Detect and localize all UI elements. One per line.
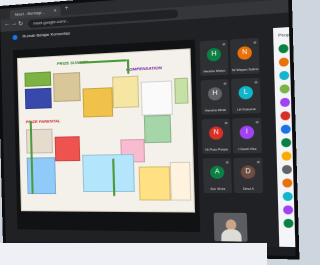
participant-name: Hendro Mulyo xyxy=(203,68,226,74)
panel-participant[interactable] xyxy=(282,177,300,190)
self-view-body xyxy=(221,229,242,242)
participant-tile[interactable]: ⊘ H Hendro Mulyo xyxy=(199,39,229,76)
panel-participant[interactable] xyxy=(281,136,300,149)
participant-tile[interactable]: ⊘ D Dewi A xyxy=(233,157,264,194)
panel-participant[interactable] xyxy=(279,95,300,109)
participant-name: Hendra Wirat xyxy=(205,107,226,113)
participant-name: Lili Kusuma xyxy=(236,106,256,112)
participant-avatar: L xyxy=(238,85,254,100)
poster-card xyxy=(24,71,52,87)
panel-participant[interactable] xyxy=(280,122,300,136)
new-tab-icon[interactable]: + xyxy=(65,6,69,12)
participant-avatar: I xyxy=(239,125,255,140)
poster-card xyxy=(52,72,81,102)
meet-logo-icon xyxy=(12,34,18,41)
participant-tile[interactable]: ⊘ L Lili Kusuma xyxy=(231,77,261,115)
participant-tile[interactable]: ⊘ H Hendra Wirat xyxy=(200,79,230,115)
participant-avatar: N xyxy=(208,126,224,140)
participant-name: I Gusti Oka xyxy=(238,146,257,152)
poster-vine xyxy=(126,59,130,74)
panel-participant[interactable] xyxy=(283,218,300,231)
poster-card xyxy=(82,153,135,193)
mic-muted-icon: ⊘ xyxy=(254,80,258,85)
participant-name: Dewi A xyxy=(242,186,255,191)
people-panel: People xyxy=(273,24,300,249)
close-tab-icon[interactable]: ✕ xyxy=(53,8,57,13)
poster-card xyxy=(112,75,140,109)
participant-name: Ayu Sinta xyxy=(210,186,226,191)
shared-poster: PRIZE SUNDER COMPENSATION PRIZE PARENTAL xyxy=(17,48,196,213)
meeting-title: Rumah Belajar Komunitas xyxy=(22,30,71,39)
poster-card xyxy=(140,80,173,116)
participant-avatar: A xyxy=(209,165,225,179)
mic-muted-icon: ⊘ xyxy=(256,159,260,165)
participant-tile[interactable]: ⊘ A Ayu Sinta xyxy=(202,157,232,194)
poster-card xyxy=(54,136,81,162)
panel-title: People xyxy=(278,31,294,38)
presentation-area: PRIZE SUNDER COMPENSATION PRIZE PARENTAL xyxy=(12,39,201,233)
mic-muted-icon: ⊘ xyxy=(223,81,227,86)
participant-avatar: H xyxy=(206,47,222,62)
panel-participant[interactable] xyxy=(279,81,300,96)
participant-avatar: D xyxy=(240,165,256,179)
mic-muted-icon: ⊘ xyxy=(255,119,259,125)
participant-tile[interactable]: ⊘ I I Gusti Oka xyxy=(232,117,262,154)
mic-muted-icon: ⊘ xyxy=(224,120,228,126)
mic-muted-icon: ⊘ xyxy=(253,40,257,45)
participant-avatar: H xyxy=(207,87,223,101)
poster-card xyxy=(143,114,172,144)
participant-name: Ni Putu Puspa xyxy=(205,147,228,152)
poster-title-right: COMPENSATION xyxy=(125,64,162,72)
monitor-screen: Meet - Berbagi... ✕ + ← → ↻ meet.google.… xyxy=(0,0,300,260)
panel-participant[interactable] xyxy=(283,204,300,217)
panel-participant[interactable] xyxy=(280,109,300,123)
back-icon[interactable]: ← xyxy=(4,21,10,27)
reload-icon[interactable]: ↻ xyxy=(18,20,23,27)
panel-participant[interactable] xyxy=(281,150,300,163)
panel-participant[interactable] xyxy=(278,54,300,69)
participant-avatar: N xyxy=(237,45,253,60)
participant-name: Ni Wayan Sukmaw xyxy=(231,66,259,73)
panel-participant[interactable] xyxy=(279,68,300,83)
poster-card xyxy=(138,166,171,201)
poster-card xyxy=(169,161,192,201)
panel-participant[interactable] xyxy=(278,40,300,55)
desk-background xyxy=(0,243,267,265)
self-view-video[interactable] xyxy=(213,212,248,242)
panel-participant[interactable] xyxy=(281,163,300,176)
poster-card xyxy=(24,87,52,110)
participant-tile[interactable]: ⊘ N Ni Putu Puspa xyxy=(201,118,231,155)
poster-card xyxy=(82,87,114,118)
poster-card xyxy=(174,77,189,104)
panel-participant[interactable] xyxy=(282,191,300,204)
mic-muted-icon: ⊘ xyxy=(225,160,229,165)
forward-icon[interactable]: → xyxy=(11,21,17,27)
mic-muted-icon: ⊘ xyxy=(222,41,226,47)
participant-tile[interactable]: ⊘ N Ni Wayan Sukmaw xyxy=(229,37,260,75)
